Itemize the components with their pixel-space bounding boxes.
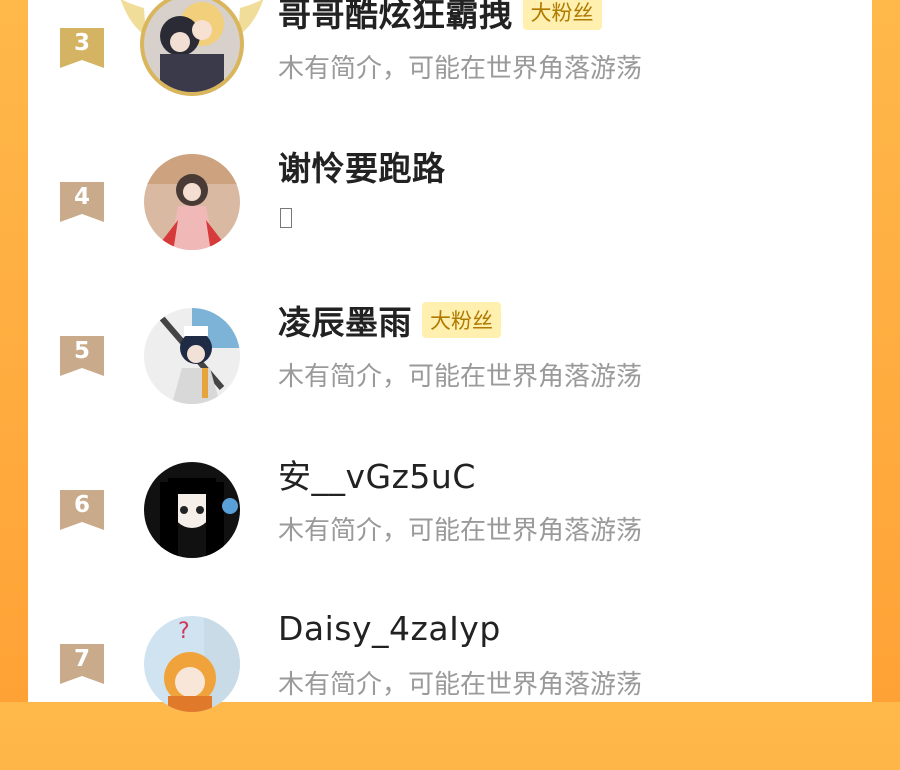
list-item[interactable]: 3 哥哥酷炫狂霸拽 大粉丝 木有简介，可能在世界角落游荡 (28, 0, 872, 154)
user-avatar-image: ? (144, 616, 240, 712)
user-name: Daisy_4zaIyp (278, 608, 501, 648)
user-avatar-image (144, 0, 240, 92)
user-name: 谢怜要跑路 (278, 149, 446, 188)
list-item[interactable]: 5 凌辰墨雨 大粉丝 木有简介，可能在世界角落游荡 (28, 302, 872, 462)
svg-text:?: ? (178, 619, 190, 644)
fan-badge: 大粉丝 (522, 0, 602, 30)
user-bio: 木有简介，可能在世界角落游荡 (278, 516, 643, 546)
avatar[interactable]: ? (144, 616, 240, 712)
name-line: 哥哥酷炫狂霸拽 大粉丝 (278, 0, 602, 34)
list-item[interactable]: 4 谢怜要跑路 (28, 149, 872, 308)
rank-marker: 4 (60, 180, 104, 224)
fan-ranking-panel: 3 哥哥酷炫狂霸拽 大粉丝 木有简介，可能在世界角落游荡 4 谢怜要跑路 5 凌… (28, 0, 872, 712)
user-avatar-image (144, 154, 240, 250)
name-line: 安__vGz5uC (278, 452, 476, 496)
user-avatar-image (144, 308, 240, 404)
name-line: Daisy_4zaIyp (278, 606, 501, 650)
avatar[interactable] (144, 308, 240, 404)
rank-number: 4 (73, 184, 90, 210)
user-bio: 木有简介，可能在世界角落游荡 (278, 362, 643, 392)
name-line: 凌辰墨雨 大粉丝 (278, 298, 501, 342)
avatar[interactable] (144, 154, 240, 250)
avatar[interactable] (120, 0, 264, 96)
rank-number: 5 (73, 338, 90, 364)
fan-badge: 大粉丝 (422, 302, 501, 338)
user-name: 凌辰墨雨 (278, 303, 412, 342)
user-name: 安__vGz5uC (278, 457, 476, 496)
bio-missing-glyph-icon (280, 208, 292, 228)
list-item[interactable]: 7 ? Daisy_4zaIyp 木有简介，可能在世界角落游荡 (28, 609, 872, 770)
name-line: 谢怜要跑路 (278, 144, 446, 188)
rank-number: 6 (73, 492, 90, 518)
avatar[interactable] (144, 462, 240, 558)
rank-marker: 3 (60, 26, 104, 70)
list-item[interactable]: 6 安__vGz5uC 木有简介，可能在世界角落游荡 (28, 457, 872, 616)
rank-marker: 5 (60, 334, 104, 378)
rank-number: 3 (73, 30, 90, 56)
user-avatar-image (144, 462, 240, 558)
user-bio: 木有简介，可能在世界角落游荡 (278, 54, 643, 84)
user-bio: 木有简介，可能在世界角落游荡 (278, 670, 643, 700)
rank-number: 7 (73, 646, 90, 672)
rank-marker: 6 (60, 488, 104, 532)
rank-marker: 7 (60, 642, 104, 686)
user-name: 哥哥酷炫狂霸拽 (278, 0, 513, 34)
